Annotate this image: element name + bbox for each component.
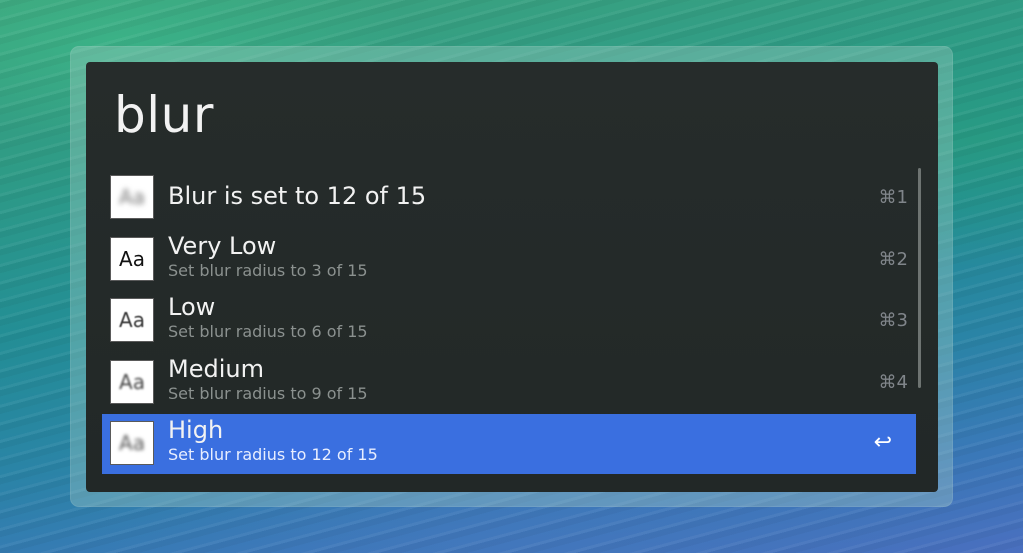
results-scrollbar[interactable] <box>918 168 921 388</box>
result-subtitle: Set blur radius to 6 of 15 <box>168 322 368 341</box>
result-row-high[interactable]: Aa High Set blur radius to 12 of 15 ↩ <box>102 414 916 474</box>
result-row-medium[interactable]: Aa Medium Set blur radius to 9 of 15 ⌘4 <box>102 353 916 415</box>
search-input[interactable]: blur <box>114 84 214 146</box>
font-preview-icon: Aa <box>110 421 154 465</box>
result-shortcut: ⌘4 <box>878 371 908 393</box>
font-preview-label: Aa <box>119 431 145 455</box>
result-row-low[interactable]: Aa Low Set blur radius to 6 of 15 ⌘3 <box>102 291 916 353</box>
result-subtitle: Set blur radius to 12 of 15 <box>168 445 378 464</box>
result-title: Low <box>168 293 216 321</box>
font-preview-label: Aa <box>119 246 145 271</box>
result-title: Blur is set to 12 of 15 <box>168 182 427 210</box>
font-preview-icon: Aa <box>110 359 154 404</box>
result-row-very-low[interactable]: Aa Very Low Set blur radius to 3 of 15 ⌘… <box>102 230 916 292</box>
results-list: Aa Blur is set to 12 of 15 ⌘1 Aa Very Lo… <box>102 168 916 474</box>
font-preview-label: Aa <box>119 308 145 332</box>
result-title: Very Low <box>168 231 277 260</box>
launcher-panel: blur Aa Blur is set to 12 of 15 ⌘1 Aa Ve… <box>86 62 938 492</box>
result-subtitle: Set blur radius to 3 of 15 <box>168 260 368 280</box>
font-preview-label: Aa <box>119 185 145 209</box>
font-preview-icon: Aa <box>110 236 154 281</box>
font-preview-icon: Aa <box>110 298 154 342</box>
font-preview-label: Aa <box>119 369 145 394</box>
result-subtitle: Set blur radius to 9 of 15 <box>168 383 368 403</box>
result-row-current-blur[interactable]: Aa Blur is set to 12 of 15 ⌘1 <box>102 168 916 230</box>
result-shortcut: ⌘1 <box>878 187 908 208</box>
result-shortcut: ⌘2 <box>878 248 908 270</box>
font-preview-icon: Aa <box>110 175 154 219</box>
result-title: High <box>168 416 224 444</box>
return-key-icon: ↩ <box>873 430 892 455</box>
result-title: Medium <box>168 354 264 383</box>
result-shortcut: ⌘3 <box>878 310 908 331</box>
